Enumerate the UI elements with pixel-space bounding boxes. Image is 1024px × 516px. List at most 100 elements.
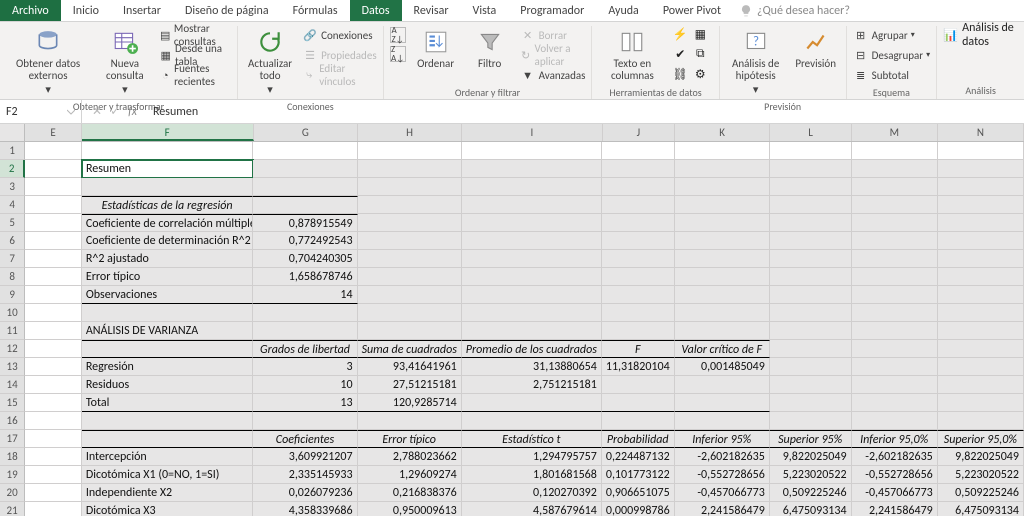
cell[interactable]: -0,457066773: [852, 484, 938, 502]
cell[interactable]: 0,001485049: [675, 358, 770, 376]
tab-page-layout[interactable]: Diseño de página: [173, 0, 281, 21]
cell[interactable]: [852, 322, 938, 340]
edit-links-button[interactable]: ⤷Editar vínculos: [302, 66, 377, 84]
data-validation-icon[interactable]: ✔: [672, 46, 688, 62]
col-header[interactable]: E: [25, 124, 81, 141]
row-header[interactable]: 20: [0, 484, 25, 502]
row-header[interactable]: 21: [0, 502, 25, 516]
cell[interactable]: [770, 268, 852, 286]
cell[interactable]: 2,241586479: [852, 502, 938, 516]
cell[interactable]: [462, 196, 602, 214]
refresh-all-button[interactable]: Actualizar todo▾: [244, 26, 296, 98]
cell[interactable]: [938, 196, 1024, 214]
cell[interactable]: [25, 376, 82, 394]
cell[interactable]: [25, 502, 82, 516]
cell[interactable]: Grados de libertad: [253, 340, 357, 358]
advanced-filter-button[interactable]: ▼Avanzadas: [520, 66, 586, 84]
cell[interactable]: [770, 412, 852, 430]
cell[interactable]: [253, 178, 357, 196]
cell[interactable]: [253, 322, 357, 340]
row-header[interactable]: 3: [0, 178, 25, 196]
new-query-button[interactable]: Nueva consulta▾: [96, 26, 153, 98]
row-header[interactable]: 4: [0, 196, 25, 214]
cell[interactable]: 2,241586479: [675, 502, 770, 516]
cell[interactable]: [602, 232, 675, 250]
cell[interactable]: 93,41641961: [358, 358, 462, 376]
cell[interactable]: [938, 358, 1024, 376]
cell[interactable]: Valor crítico de F: [675, 340, 770, 358]
cell[interactable]: 1,658678746: [253, 268, 357, 286]
cell[interactable]: [253, 142, 357, 160]
cell[interactable]: -0,457066773: [675, 484, 770, 502]
cell[interactable]: [462, 160, 602, 178]
formula-input[interactable]: Resumen: [147, 105, 1024, 119]
row-header[interactable]: 11: [0, 322, 25, 340]
cell[interactable]: [358, 304, 462, 322]
tell-me-search[interactable]: ¿Qué desea hacer?: [739, 0, 850, 21]
cell[interactable]: [852, 214, 938, 232]
col-header[interactable]: H: [358, 124, 462, 141]
cell[interactable]: [852, 340, 938, 358]
col-header[interactable]: J: [603, 124, 676, 141]
name-box[interactable]: F2: [0, 100, 82, 123]
cell[interactable]: [462, 142, 602, 160]
cell[interactable]: 1,29609274: [358, 466, 462, 484]
row-header[interactable]: 1: [0, 142, 25, 160]
cell[interactable]: [462, 250, 602, 268]
cell[interactable]: 0,224487132: [602, 448, 675, 466]
row-header[interactable]: 5: [0, 214, 25, 232]
filter-button[interactable]: Filtro: [466, 26, 514, 72]
cell[interactable]: R^2 ajustado: [82, 250, 254, 268]
cell[interactable]: 5,223020522: [770, 466, 852, 484]
cell[interactable]: 13: [253, 394, 357, 412]
cell[interactable]: [602, 142, 675, 160]
cell[interactable]: [462, 268, 602, 286]
cell[interactable]: 4,358339686: [253, 502, 357, 516]
cell[interactable]: [82, 340, 254, 358]
cell[interactable]: [675, 394, 770, 412]
cell[interactable]: 6,475093134: [938, 502, 1024, 516]
cell[interactable]: [25, 142, 82, 160]
cell[interactable]: [602, 214, 675, 232]
cell[interactable]: [675, 376, 770, 394]
cell[interactable]: [852, 142, 938, 160]
cell[interactable]: Inferior 95%: [675, 430, 770, 448]
tab-home[interactable]: Inicio: [61, 0, 111, 21]
cell[interactable]: [938, 142, 1024, 160]
cell[interactable]: [25, 412, 82, 430]
cell[interactable]: [358, 196, 462, 214]
cell[interactable]: [25, 466, 82, 484]
sort-desc-button[interactable]: ZA↓: [390, 45, 406, 63]
relationships-icon[interactable]: ⛓: [672, 66, 688, 82]
cell[interactable]: [938, 214, 1024, 232]
row-header[interactable]: 2: [0, 160, 25, 178]
cell[interactable]: [82, 412, 254, 430]
cell[interactable]: [25, 394, 82, 412]
cell[interactable]: [25, 340, 82, 358]
cell[interactable]: [82, 304, 254, 322]
cell[interactable]: Error típico: [358, 430, 462, 448]
cell[interactable]: 2,751215181: [462, 376, 602, 394]
tab-data[interactable]: Datos: [350, 0, 402, 21]
forecast-sheet-button[interactable]: Previsión: [792, 26, 840, 72]
cell[interactable]: [852, 268, 938, 286]
cell[interactable]: [602, 160, 675, 178]
tab-view[interactable]: Vista: [461, 0, 509, 21]
whatif-button[interactable]: ? Análisis de hipótesis▾: [726, 26, 786, 98]
cell[interactable]: [852, 394, 938, 412]
cell[interactable]: [602, 412, 675, 430]
cell[interactable]: [462, 232, 602, 250]
cell[interactable]: 0,906651075: [602, 484, 675, 502]
cell[interactable]: Intercepción: [82, 448, 254, 466]
cell[interactable]: [852, 304, 938, 322]
cell[interactable]: [938, 286, 1024, 304]
cell[interactable]: Inferior 95,0%: [852, 430, 938, 448]
row-header[interactable]: 15: [0, 394, 25, 412]
cell[interactable]: [852, 196, 938, 214]
cell[interactable]: Dicotómica X3: [82, 502, 254, 516]
cell[interactable]: [852, 250, 938, 268]
cell[interactable]: [25, 232, 82, 250]
cell[interactable]: ANÁLISIS DE VARIANZA: [82, 322, 254, 340]
remove-dup-icon[interactable]: ▦: [692, 26, 708, 42]
cell[interactable]: [25, 268, 82, 286]
